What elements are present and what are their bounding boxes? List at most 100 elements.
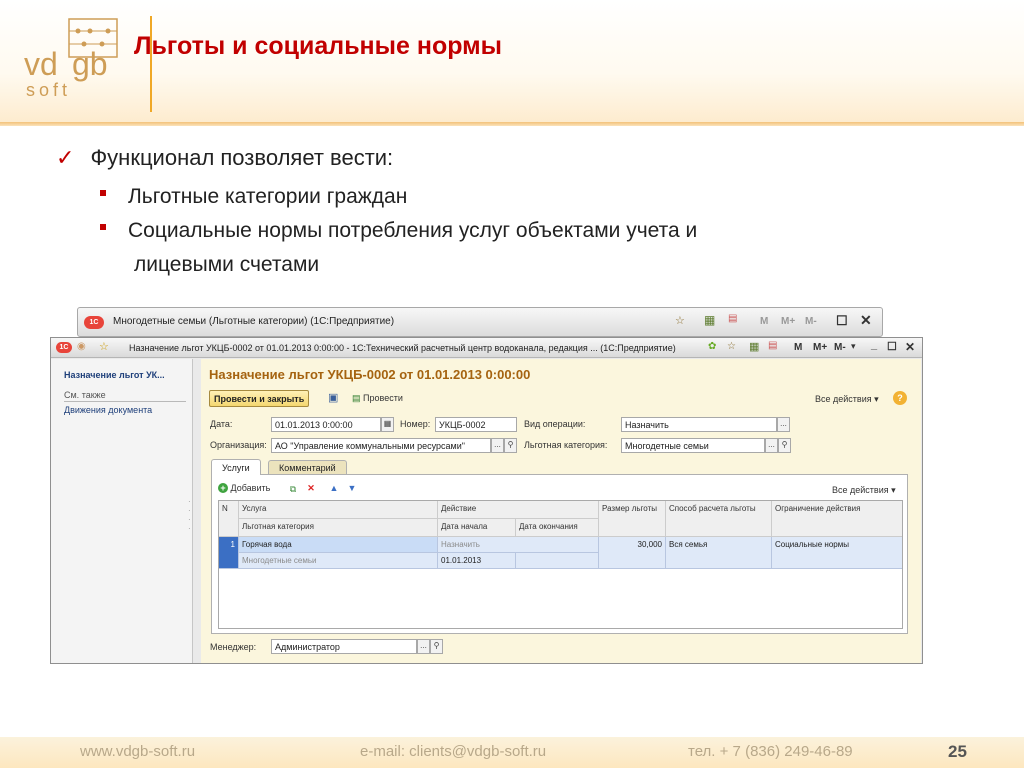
benefit-category-label: Льготная категория: [524, 440, 608, 450]
back-icon[interactable]: ◉ [77, 341, 86, 352]
calculator-icon[interactable]: ▦ [704, 313, 715, 327]
cell-n[interactable]: 1 [219, 537, 239, 569]
memory-minus-button[interactable]: M- [805, 316, 817, 327]
nav-header[interactable]: Назначение льгот УК... [64, 370, 165, 380]
search-icon[interactable]: ⚲ [778, 438, 791, 453]
help-icon[interactable]: ? [893, 391, 907, 405]
logo: vd gb soft [20, 12, 150, 112]
cell-start-date[interactable]: 01.01.2013 [438, 553, 516, 569]
cell-method[interactable]: Вся семья [666, 537, 772, 569]
nav-link-document-movements[interactable]: Движения документа [64, 405, 152, 415]
select-ellipsis-icon[interactable]: ... [777, 417, 790, 432]
minimize-icon[interactable]: _ [871, 339, 877, 351]
memory-plus-button[interactable]: M+ [781, 316, 795, 327]
number-field[interactable]: УКЦБ-0002 [435, 417, 517, 432]
col-header-n[interactable]: N [219, 501, 239, 537]
add-button[interactable]: + Добавить [218, 483, 270, 493]
grid-all-actions-label: Все действия [832, 485, 889, 495]
post-icon: ▤ [352, 393, 361, 403]
star-icon[interactable]: ☆ [99, 340, 109, 353]
memory-button[interactable]: M [794, 342, 802, 353]
col-header-size[interactable]: Размер льготы [599, 501, 666, 537]
move-up-icon[interactable]: ▲ [329, 483, 339, 493]
copy-icon[interactable]: ⧉ [288, 484, 298, 494]
footer-phone: тел. + 7 (836) 249-46-89 [688, 743, 853, 760]
bullet-item: Социальные нормы потребления услуг объек… [100, 214, 697, 248]
1c-logo-icon[interactable]: 1С [56, 342, 72, 353]
square-bullet-icon [100, 224, 106, 231]
cell-service[interactable]: Горячая вода [239, 537, 438, 553]
memory-plus-button[interactable]: M+ [813, 342, 827, 353]
organization-label: Организация: [210, 440, 267, 450]
calendar-icon[interactable]: ▤ [768, 340, 777, 351]
close-icon[interactable]: ✕ [905, 340, 915, 354]
cell-category[interactable]: Многодетные семьи [239, 553, 438, 569]
services-panel: + Добавить ⧉ ✕ ▲ ▼ Все действия ▾ N Услу… [211, 474, 908, 634]
col-header-limit[interactable]: Ограничение действия [772, 501, 902, 537]
grid-all-actions-menu[interactable]: Все действия ▾ [832, 485, 896, 496]
footer-website[interactable]: www.vdgb-soft.ru [80, 743, 195, 760]
document-form: Назначение льгот УКЦБ-0002 от 01.01.2013… [201, 359, 921, 663]
bullet-main-text: Функционал позволяет вести: [90, 145, 394, 170]
slide-header [0, 0, 1024, 122]
col-header-method[interactable]: Способ расчета льготы [666, 501, 772, 537]
col-header-end-date[interactable]: Дата окончания [516, 519, 599, 537]
cell-size[interactable]: 30,000 [599, 537, 666, 569]
all-actions-menu[interactable]: Все действия ▾ [815, 394, 879, 405]
square-bullet-icon [100, 190, 106, 197]
calendar-picker-icon[interactable]: ▦ [381, 417, 394, 432]
manager-field[interactable]: Администратор [271, 639, 417, 654]
services-table[interactable]: N Услуга Льготная категория Действие Дат… [218, 500, 903, 629]
favorite-icon[interactable]: ☆ [675, 314, 685, 327]
dropdown-arrow-icon[interactable]: ▾ [851, 341, 856, 352]
nav-divider [64, 401, 186, 402]
window-titlebar[interactable]: 1С ◉ ☆ Назначение льгот УКЦБ-0002 от 01.… [51, 338, 922, 358]
post-and-close-button[interactable]: Провести и закрыть [209, 390, 310, 407]
checkmark-icon: ✓ [56, 145, 75, 170]
tab-services[interactable]: Услуги [211, 459, 261, 475]
background-window[interactable]: 1С Многодетные семьи (Льготные категории… [77, 307, 883, 337]
search-icon[interactable]: ⚲ [430, 639, 443, 654]
bullet-continuation: лицевыми счетами [134, 253, 320, 276]
navigation-panel: Назначение льгот УК... См. также Движени… [51, 359, 193, 663]
memory-minus-button[interactable]: M- [834, 342, 846, 353]
1c-logo-icon[interactable]: 1С [84, 316, 104, 329]
favorite-icon[interactable]: ☆ [727, 341, 736, 352]
post-button[interactable]: ▤ Провести [352, 393, 403, 404]
cell-limit[interactable]: Социальные нормы [772, 537, 902, 569]
bullet-text: Социальные нормы потребления услуг объек… [128, 219, 698, 242]
benefit-category-field[interactable]: Многодетные семьи [621, 438, 765, 453]
footer-email[interactable]: e-mail: clients@vdgb-soft.ru [360, 743, 546, 760]
logo-gb: gb [72, 46, 108, 82]
document-title: Назначение льгот УКЦБ-0002 от 01.01.2013… [209, 367, 531, 382]
main-window[interactable]: 1С ◉ ☆ Назначение льгот УКЦБ-0002 от 01.… [50, 337, 923, 664]
calculator-icon[interactable]: ▦ [749, 340, 759, 353]
see-also-label: См. также [64, 390, 106, 400]
maximize-icon[interactable]: ☐ [836, 313, 848, 329]
col-header-category[interactable]: Льготная категория [239, 519, 438, 537]
cell-action[interactable]: Назначить [438, 537, 599, 553]
select-ellipsis-icon[interactable]: ... [765, 438, 778, 453]
organization-field[interactable]: АО "Управление коммунальными ресурсами" [271, 438, 491, 453]
date-field[interactable]: 01.01.2013 0:00:00 [271, 417, 381, 432]
col-header-service[interactable]: Услуга [239, 501, 438, 519]
search-icon[interactable]: ⚲ [504, 438, 517, 453]
memory-button[interactable]: M [760, 316, 768, 327]
select-ellipsis-icon[interactable]: ... [491, 438, 504, 453]
splitter-handle-icon[interactable]: · · · · [188, 497, 193, 533]
cell-end-date[interactable] [516, 553, 599, 569]
tab-comment[interactable]: Комментарий [268, 460, 347, 474]
table-row[interactable]: 1 Горячая вода Многодетные семьи Назначи… [219, 537, 902, 569]
favorites-icon[interactable]: ✿ [708, 341, 716, 352]
col-header-action[interactable]: Действие [438, 501, 599, 519]
move-down-icon[interactable]: ▼ [347, 483, 357, 493]
close-icon[interactable]: ✕ [860, 312, 872, 329]
bullet-item: Льготные категории граждан [100, 180, 407, 214]
save-icon[interactable]: ▣ [328, 391, 338, 404]
operation-type-field[interactable]: Назначить [621, 417, 777, 432]
delete-icon[interactable]: ✕ [306, 483, 316, 493]
maximize-icon[interactable]: ☐ [887, 340, 897, 353]
select-ellipsis-icon[interactable]: ... [417, 639, 430, 654]
col-header-start-date[interactable]: Дата начала [438, 519, 516, 537]
calendar-icon[interactable]: ▤ [728, 313, 737, 324]
